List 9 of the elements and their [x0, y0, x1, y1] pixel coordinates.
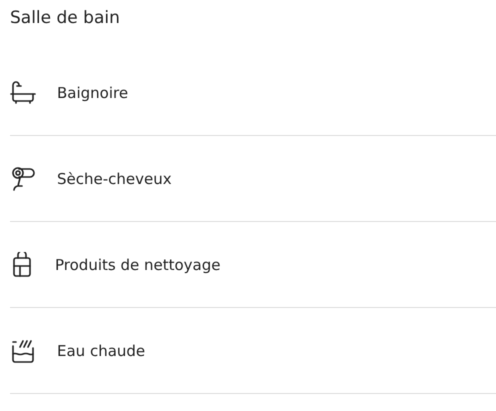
amenity-label: Eau chaude	[57, 342, 146, 360]
bathtub-icon	[10, 80, 36, 104]
section-title: Salle de bain	[10, 7, 121, 30]
hot-water-icon	[10, 338, 36, 364]
hair-dryer-icon	[10, 166, 36, 192]
cleaning-bottle-icon	[10, 252, 34, 278]
amenity-label: Produits de nettoyage	[55, 256, 220, 274]
amenity-label: Sèche-cheveux	[57, 170, 172, 188]
amenity-label: Baignoire	[57, 84, 128, 102]
